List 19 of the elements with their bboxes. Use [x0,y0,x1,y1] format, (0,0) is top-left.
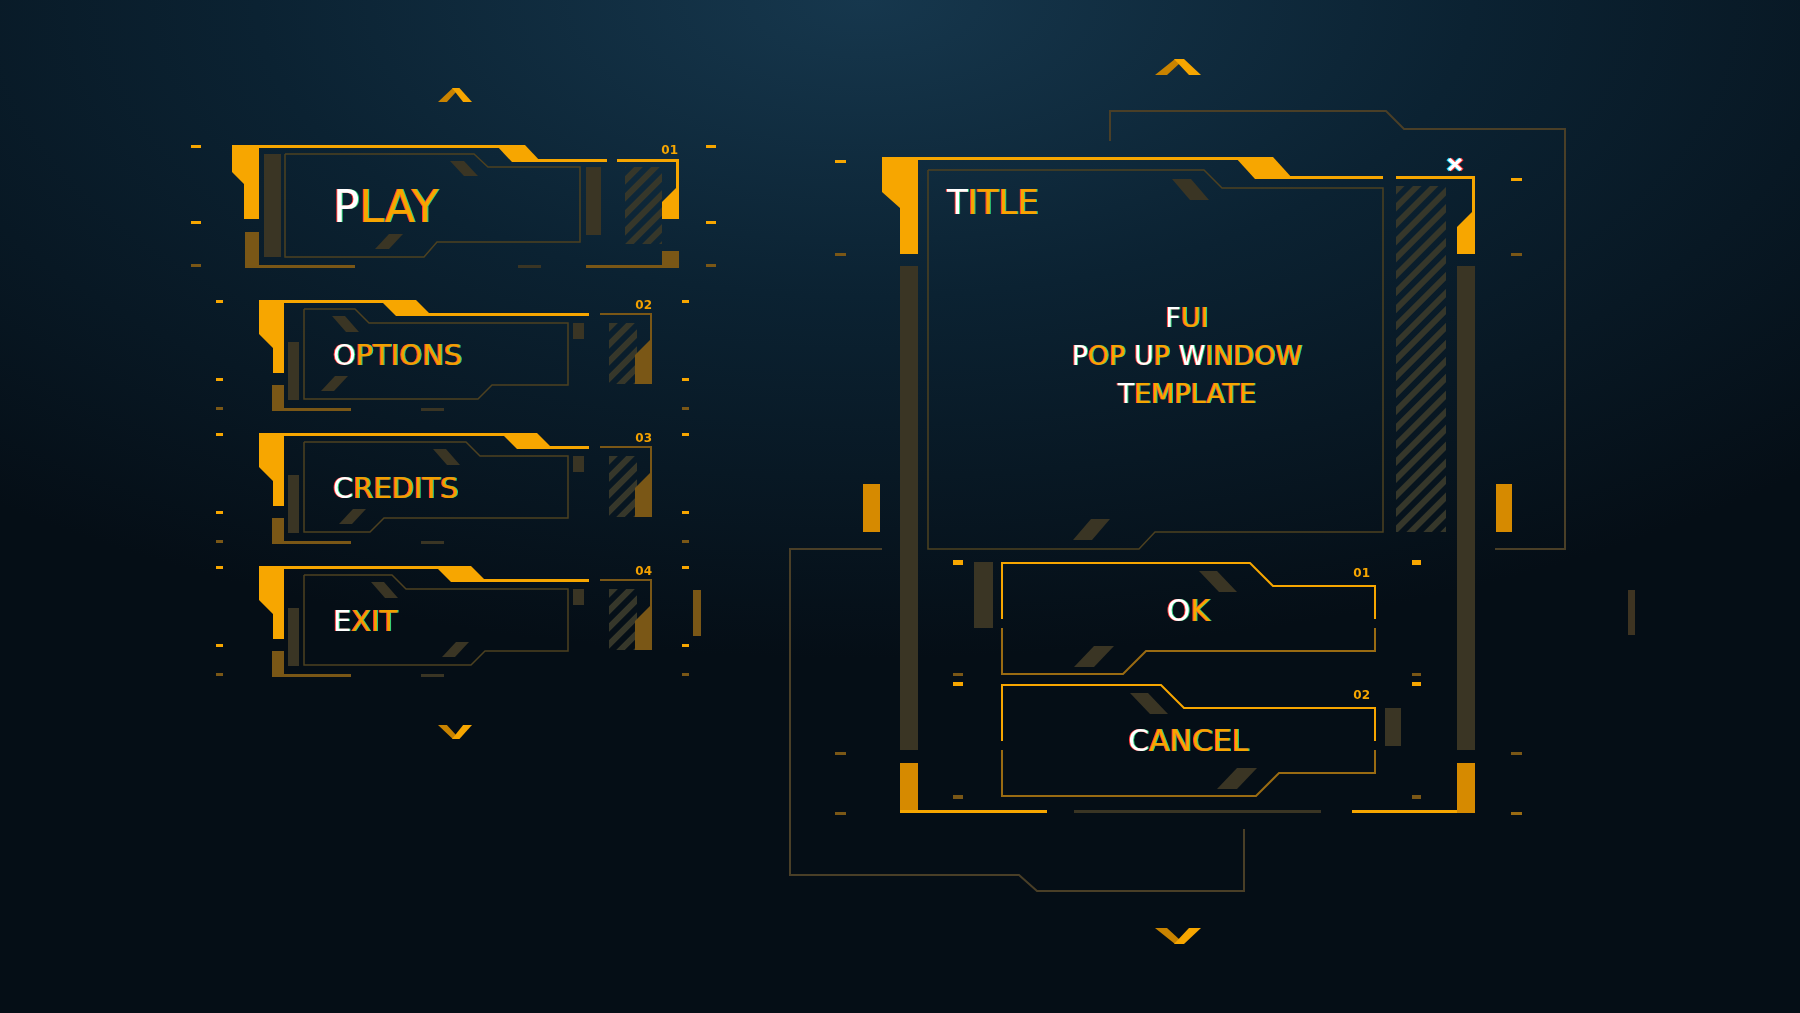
item-number: 01 [661,144,678,156]
chevron-up-icon[interactable] [438,88,472,102]
menu-button[interactable]: PLAY 01 [232,145,679,268]
item-number: 02 [1353,689,1370,701]
chevron-up-icon[interactable] [1155,59,1201,75]
window-title: TITLE [947,185,1039,219]
chevron-down-icon[interactable] [1155,928,1201,944]
dialog-button[interactable]: CANCEL 02 [1001,684,1376,797]
message-text: FUI POP UP WINDOW TEMPLATE [1071,301,1303,411]
menu-button[interactable]: EXIT 04 [259,566,652,677]
item-number: 04 [635,565,652,577]
item-number: 03 [635,432,652,444]
dialog-button[interactable]: OK 01 [1001,562,1376,675]
menu-button[interactable]: CREDITS 03 [259,433,652,544]
chevron-down-icon[interactable] [438,725,472,739]
menu-button[interactable]: OPTIONS 02 [259,300,652,411]
close-icon[interactable] [1444,157,1466,172]
item-number: 01 [1353,567,1370,579]
item-number: 02 [635,299,652,311]
